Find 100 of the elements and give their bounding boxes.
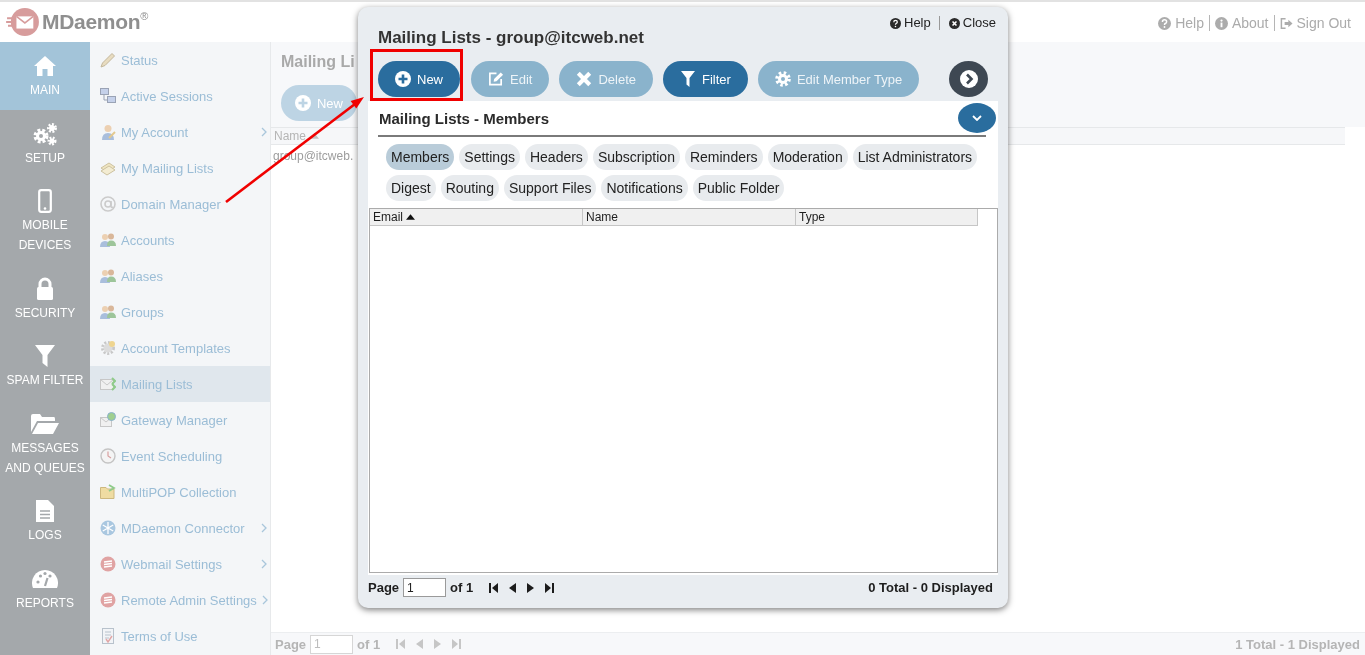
page-label: Page — [368, 580, 400, 595]
document-icon — [100, 628, 116, 644]
chevron-right-circle-icon — [959, 70, 978, 88]
badge-icon — [100, 556, 116, 572]
help-icon — [1158, 16, 1172, 30]
tab[interactable]: Routing — [440, 175, 499, 201]
about-link[interactable]: About — [1208, 15, 1274, 31]
main-nav-item[interactable]: LOGS — [0, 487, 90, 555]
sign-out-icon — [1279, 16, 1293, 30]
chevron-right-icon — [261, 559, 267, 569]
menu-item[interactable]: MDaemon Connector — [90, 510, 270, 546]
phone-icon — [38, 189, 52, 213]
menu-item[interactable]: Mailing Lists — [90, 366, 270, 402]
menu-item[interactable]: Account Templates — [90, 330, 270, 366]
menu-item[interactable]: My Account — [90, 114, 270, 150]
help-link[interactable]: Help — [1153, 15, 1209, 31]
sort-ascending-icon — [310, 133, 319, 139]
page-label: Page — [275, 636, 307, 652]
last-page-icon[interactable] — [545, 582, 555, 593]
folder-icon — [100, 484, 116, 500]
next-page-icon[interactable] — [527, 582, 535, 593]
logo-text: MDaemon$^{®}$ — [42, 10, 149, 34]
more-button[interactable] — [949, 61, 988, 97]
menu-item[interactable]: Accounts — [90, 222, 270, 258]
monitors-icon — [100, 88, 116, 104]
people-icon — [100, 268, 116, 284]
people-icon — [100, 304, 116, 320]
globe-envelope-icon — [100, 412, 116, 428]
record-count: 1 Total - 1 Displayed — [1235, 636, 1360, 652]
person-icon — [100, 124, 116, 140]
page-input[interactable]: 1 — [403, 578, 447, 597]
lock-icon — [36, 276, 54, 301]
main-nav-item[interactable]: SETUP — [0, 109, 90, 177]
menu-item[interactable]: Remote Admin Settings — [90, 582, 270, 618]
clock-icon — [100, 448, 116, 464]
info-icon — [1214, 16, 1228, 30]
funnel-icon — [680, 71, 696, 87]
at-sign-icon — [100, 196, 116, 212]
column-header[interactable]: Name — [583, 209, 796, 226]
plus-circle-icon — [295, 95, 311, 111]
tab[interactable]: Subscription — [592, 144, 680, 170]
menu-item[interactable]: Status — [90, 42, 270, 78]
home-icon — [33, 55, 57, 77]
page-count: of 1 — [450, 580, 474, 595]
tab[interactable]: Digest — [386, 175, 436, 201]
chevron-down-icon — [972, 115, 982, 121]
pencil-square-icon — [488, 71, 504, 87]
tab[interactable]: Headers — [524, 144, 588, 170]
menu-item[interactable]: My Mailing Lists — [90, 150, 270, 186]
gear-icon — [100, 340, 116, 356]
snowflake-icon — [100, 520, 116, 536]
pencil-icon — [100, 52, 116, 68]
menu-item[interactable]: Event Scheduling — [90, 438, 270, 474]
dialog-title: Mailing Lists - group@itcweb.net — [378, 28, 644, 48]
funnel-icon — [34, 344, 56, 368]
menu-item[interactable]: Webmail Settings — [90, 546, 270, 582]
tab[interactable]: Public Folder — [692, 175, 785, 201]
menu-item[interactable]: Domain Manager — [90, 186, 270, 222]
main-nav-item[interactable]: MESSAGES AND QUEUES — [0, 399, 90, 487]
logo-envelope-icon — [6, 7, 40, 37]
record-count: 0 Total - 0 Displayed — [868, 580, 993, 595]
chevron-right-icon — [261, 523, 267, 533]
gauge-icon — [32, 568, 58, 589]
tab[interactable]: Support Files — [503, 175, 597, 201]
page-count: of 1 — [357, 636, 381, 652]
main-nav-item[interactable]: MOBILE DEVICES — [0, 177, 90, 265]
tab[interactable]: List Administrators — [852, 144, 978, 170]
tab[interactable]: Settings — [459, 144, 520, 170]
previous-page-icon[interactable] — [509, 582, 517, 593]
page-input[interactable]: 1 — [310, 634, 354, 654]
people-icon — [100, 232, 116, 248]
main-nav-item[interactable]: REPORTS — [0, 554, 90, 622]
close-link[interactable]: Close — [938, 16, 996, 30]
main-nav-item[interactable]: MAIN — [0, 42, 90, 110]
menu-item[interactable]: Active Sessions — [90, 78, 270, 114]
sign-out-link[interactable]: Sign Out — [1273, 15, 1356, 31]
menu-item[interactable]: Terms of Use — [90, 618, 270, 654]
filter-button[interactable]: Filter — [663, 61, 748, 97]
tab[interactable]: Reminders — [684, 144, 763, 170]
tab[interactable]: Moderation — [767, 144, 848, 170]
folder-icon — [30, 412, 60, 435]
main-nav-item[interactable]: SPAM FILTER — [0, 332, 90, 400]
collapse-button[interactable] — [958, 103, 996, 133]
chevron-right-icon — [261, 127, 267, 137]
column-header[interactable]: Email — [370, 209, 583, 226]
column-header[interactable]: Name — [271, 128, 322, 144]
main-nav-item[interactable]: SECURITY — [0, 264, 90, 332]
menu-item[interactable]: Gateway Manager — [90, 402, 270, 438]
menu-item[interactable]: Groups — [90, 294, 270, 330]
new-button[interactable]: New — [378, 61, 460, 97]
new-button[interactable]: New — [281, 85, 357, 121]
tab[interactable]: Members — [386, 144, 455, 170]
help-link[interactable]: Help — [884, 16, 931, 30]
menu-item[interactable]: Aliases — [90, 258, 270, 294]
tab[interactable]: Notifications — [601, 175, 688, 201]
column-header[interactable]: Type — [796, 209, 978, 226]
first-page-icon[interactable] — [489, 582, 499, 593]
sort-ascending-icon — [406, 214, 415, 220]
close-circle-icon — [948, 17, 960, 29]
menu-item[interactable]: MultiPOP Collection — [90, 474, 270, 510]
